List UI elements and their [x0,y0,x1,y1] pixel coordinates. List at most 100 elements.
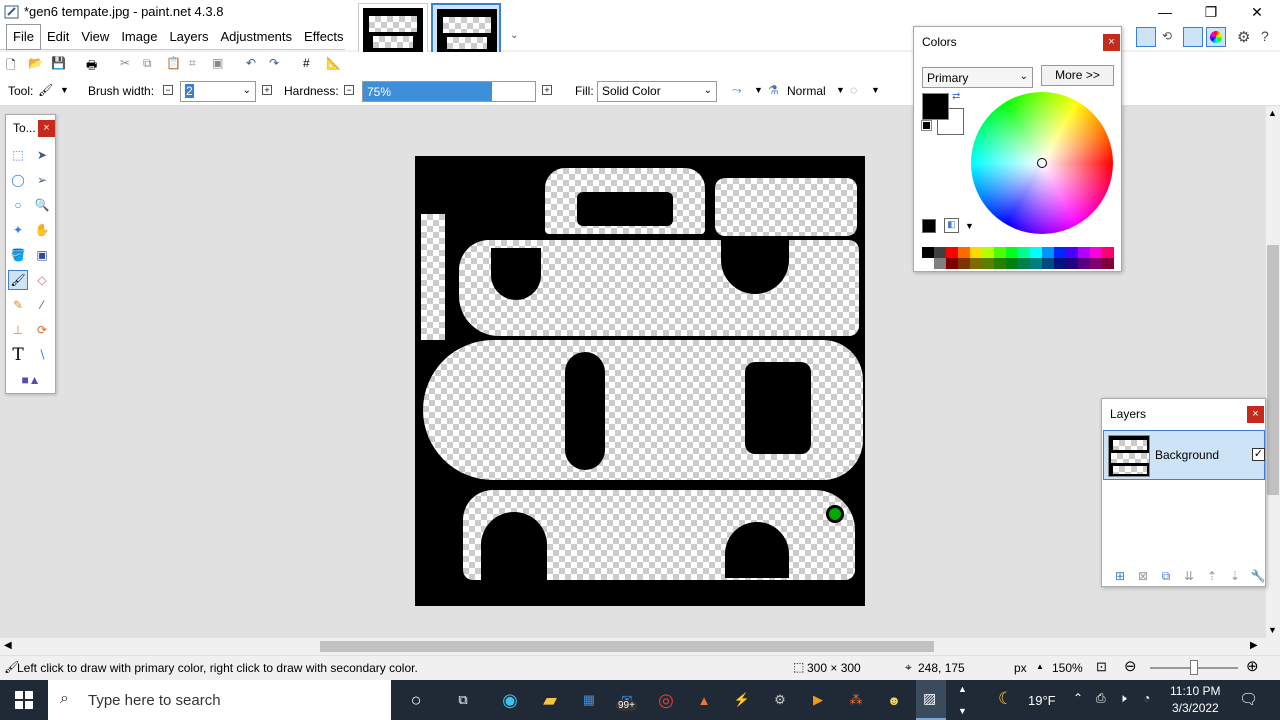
color-mode-select[interactable]: Primary ⌄ [922,67,1033,88]
undo-icon[interactable]: ↶ [246,56,262,72]
reset-colors-icon[interactable] [921,120,932,131]
colors-window-toggle-icon[interactable] [1206,27,1226,47]
units-dropdown-icon[interactable]: ▲ [1036,662,1044,671]
app-icon[interactable]: ⁂ [842,686,870,714]
zoom-out-icon[interactable]: ⊖ [1124,657,1137,675]
pan-tool-icon[interactable]: ✋ [32,220,52,240]
layer-visibility-checkbox[interactable]: ✓ [1252,448,1265,461]
open-file-icon[interactable]: 📂 [28,56,44,72]
more-colors-button[interactable]: More >> [1041,65,1114,86]
add-layer-icon[interactable]: ⊞ [1112,569,1128,583]
palette-add-icon[interactable] [922,219,936,233]
scroll-down-icon[interactable]: ▼ [1268,625,1277,635]
document-canvas[interactable] [415,156,865,606]
paintbrush-tool-icon[interactable]: 🖌 [38,83,53,97]
clock-time[interactable]: 11:10 PM [1170,684,1220,698]
tools-close-icon[interactable]: × [38,120,55,137]
vertical-scroll-thumb[interactable] [1267,245,1279,495]
menu-effects[interactable]: Effects [298,29,350,44]
move-selection-tool-icon[interactable]: ➢ [32,170,52,190]
task-view-icon[interactable]: ⧉ [449,686,477,714]
rectangle-select-tool-icon[interactable]: ⬚ [8,145,28,165]
gradient-tool-icon[interactable]: ▣ [32,245,52,265]
redo-icon[interactable]: ↷ [269,56,285,72]
pencil-tool-icon[interactable]: ✎ [8,295,28,315]
eraser-tool-icon[interactable]: ◇ [32,270,52,290]
palette-menu-icon[interactable]: ◧ [944,218,959,233]
menu-layers[interactable]: Layers [163,29,214,44]
selection-clipping-icon[interactable]: ◌ [850,83,857,97]
paint-bucket-tool-icon[interactable]: 🪣 [8,245,28,265]
grid-icon[interactable]: # [303,56,319,72]
color-palette[interactable] [922,247,1114,269]
primary-color-swatch[interactable] [922,93,949,120]
zoom-in-icon[interactable]: ⊕ [1246,657,1259,675]
merge-layer-down-icon[interactable]: ⇊ [1181,569,1197,583]
antialiasing-icon[interactable]: ⤳ [732,83,742,98]
history-icon[interactable]: ⟲ [1162,29,1172,43]
weather-moon-icon[interactable]: ☾ [998,689,1013,709]
hardness-increase-button[interactable]: + [542,85,552,95]
swap-colors-icon[interactable]: ⇄ [952,91,960,102]
scroll-down-icon[interactable]: ▼ [958,706,967,716]
scroll-left-icon[interactable]: ◀ [4,640,12,651]
menu-image[interactable]: Image [115,29,163,44]
zoom-fit-icon[interactable]: ⊡ [1096,659,1107,675]
new-file-icon[interactable]: 🗋 [6,56,22,72]
app-icon[interactable]: ⚡ [728,686,756,714]
antialiasing-dropdown-icon[interactable]: ▼ [754,85,763,95]
tray-overflow-icon[interactable]: ⌃ [1073,691,1083,705]
layer-properties-icon[interactable]: 🔧 [1250,569,1266,583]
weather-temperature[interactable]: 19°F [1028,693,1056,708]
clone-stamp-tool-icon[interactable]: ⊥ [8,320,28,340]
blend-mode-dropdown-icon[interactable]: ▼ [836,85,845,95]
hardness-decrease-button[interactable]: − [344,85,354,95]
move-layer-down-icon[interactable]: ⇣ [1227,569,1243,583]
brush-width-decrease-button[interactable]: − [163,85,173,95]
scroll-up-icon[interactable]: ▲ [958,684,967,694]
brush-width-input[interactable]: 2 ⌄ [180,81,256,102]
store-icon[interactable]: ▦ [575,686,603,714]
clock-date[interactable]: 3/3/2022 [1172,701,1219,715]
cortana-icon[interactable]: ○ [402,686,430,714]
menu-edit[interactable]: Edit [41,29,75,44]
zoom-level[interactable]: 150% [1052,661,1083,675]
close-button[interactable]: ✕ [1234,0,1280,24]
wifi-icon[interactable]: ◔ [1143,691,1150,705]
chrome-icon[interactable]: ◎ [652,686,680,714]
move-selected-tool-icon[interactable]: ➤ [32,145,52,165]
hardness-slider[interactable]: 75% [362,81,536,102]
notifications-icon[interactable]: 🗨 [1239,690,1258,708]
line-curve-tool-icon[interactable]: ∖ [32,345,52,365]
tool-dropdown-icon[interactable]: ▼ [60,85,69,95]
layers-window-toggle-icon[interactable] [1183,27,1203,47]
menu-adjustments[interactable]: Adjustments [214,29,298,44]
shapes-tool-icon[interactable]: ■▲ [14,370,48,390]
cut-icon[interactable]: ✂ [120,56,136,72]
layers-close-icon[interactable]: × [1247,406,1264,423]
tabs-dropdown-icon[interactable]: ⌄ [510,30,518,41]
help-icon[interactable]: ? [1261,28,1269,44]
steam-icon[interactable]: ⚙ [766,686,794,714]
start-button[interactable] [0,680,48,720]
fill-select[interactable]: Solid Color ⌄ [597,81,717,102]
volume-icon[interactable]: 🕨 [1119,691,1127,706]
recolor-tool-icon[interactable]: ⟳ [32,320,52,340]
paintnet-taskbar-button[interactable]: ▨ [916,680,946,720]
network-icon[interactable]: ⎙ [1096,691,1106,706]
paintbrush-tool-icon[interactable]: 🖌 [8,270,28,290]
color-wheel-cursor[interactable] [1037,158,1047,168]
clipping-dropdown-icon[interactable]: ▼ [871,85,880,95]
blend-mode-value[interactable]: Normal [787,84,826,98]
text-tool-icon[interactable]: T [8,345,28,365]
move-layer-up-icon[interactable]: ⇡ [1204,569,1220,583]
zoom-slider-thumb[interactable] [1190,660,1198,675]
maximize-button[interactable]: ❐ [1188,0,1234,24]
colors-close-icon[interactable]: × [1103,34,1120,51]
menu-view[interactable]: View [75,29,115,44]
crop-icon[interactable]: ⌗ [189,56,205,72]
scroll-up-icon[interactable]: ▲ [1268,108,1277,118]
minimize-button[interactable]: — [1142,0,1188,24]
deselect-icon[interactable]: ▣ [212,56,228,72]
scroll-right-icon[interactable]: ▶ [1250,640,1258,651]
